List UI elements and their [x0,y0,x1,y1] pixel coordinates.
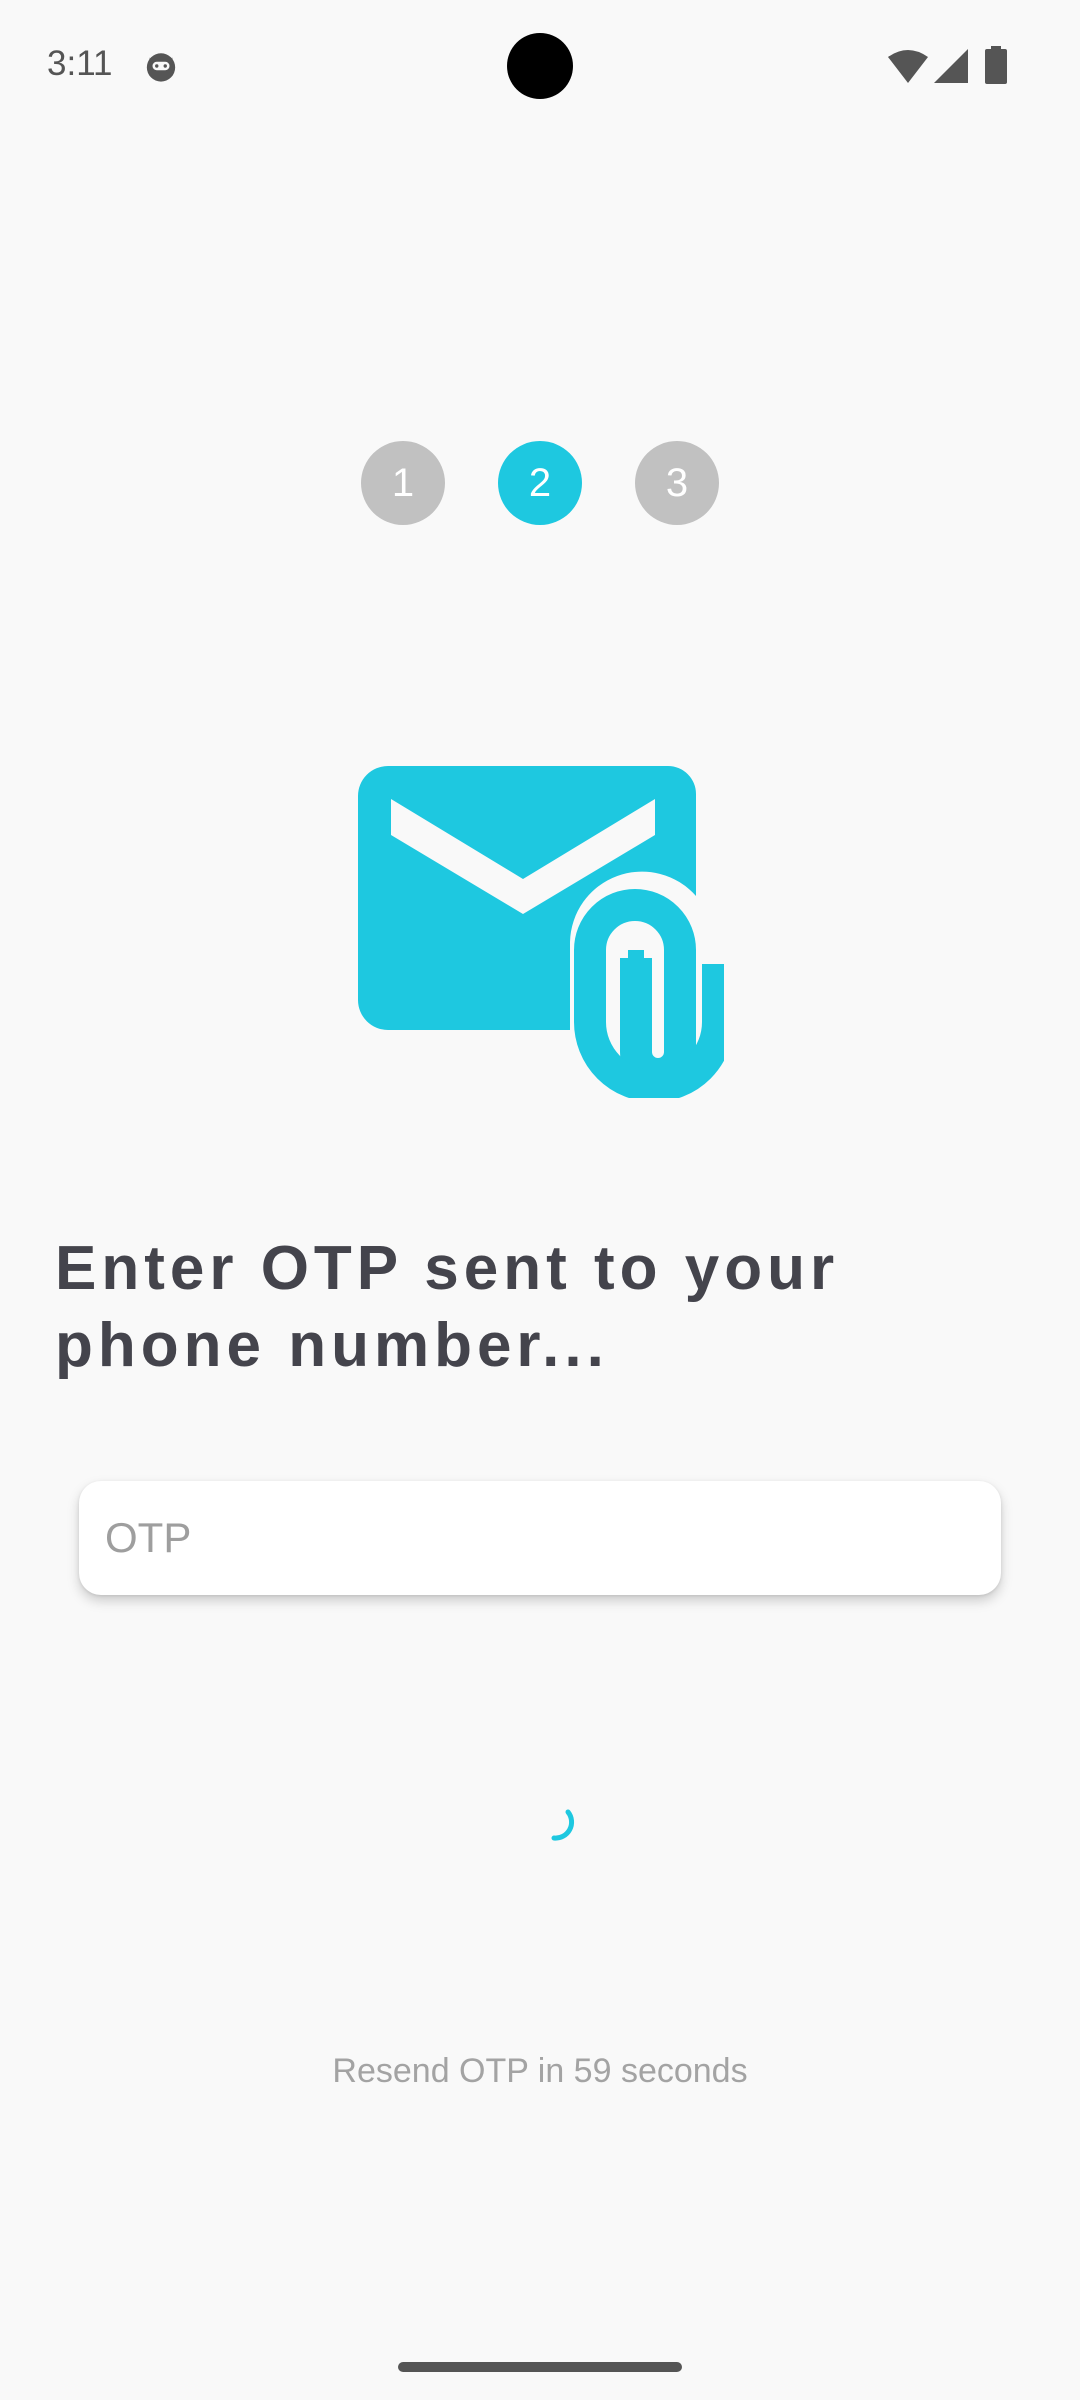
wifi-icon [888,50,928,83]
otp-input[interactable] [105,1481,975,1595]
step-2-active: 2 [498,441,582,525]
cell-signal-icon [934,49,968,83]
otp-verification-screen: 3:11 1 2 3 Enter OTP sent to your phone … [0,0,1080,2400]
gesture-navigation-bar[interactable] [398,2362,682,2372]
cat-face-icon [146,53,176,82]
step-indicator: 1 2 3 [361,441,719,525]
step-3: 3 [635,441,719,525]
step-1: 1 [361,441,445,525]
mail-attachment-icon [358,766,724,1098]
status-time: 3:11 [47,44,113,83]
status-bar: 3:11 [0,0,1080,132]
page-title: Enter OTP sent to your phone number... [55,1234,840,1380]
camera-cutout [507,33,573,99]
loading-spinner-icon [551,1809,575,1841]
resend-otp-countdown: Resend OTP in 59 seconds [332,2052,748,2090]
otp-field-container[interactable] [79,1481,1001,1595]
battery-icon [985,46,1007,84]
